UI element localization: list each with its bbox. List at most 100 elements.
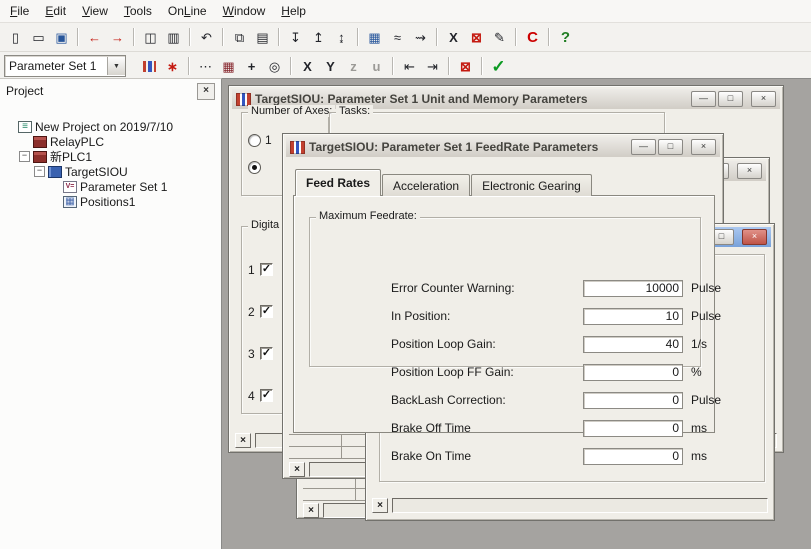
u-axis-button[interactable]: u [365, 55, 388, 77]
open-folder-icon: ▭ [32, 31, 44, 44]
wire-arrow-icon: ⇝ [415, 31, 426, 44]
window-icon [236, 93, 251, 106]
tree-expander-icon[interactable]: − [34, 166, 45, 177]
channel-4-checkbox[interactable]: ✓ [260, 389, 273, 402]
project-panel-close-button[interactable]: × [197, 83, 215, 100]
brake-off-time-input[interactable]: 0 [583, 420, 683, 437]
combo-dropdown-button[interactable]: ▼ [107, 57, 125, 75]
apply-check-button[interactable]: ✓ [487, 55, 510, 77]
status-close-button[interactable]: × [289, 462, 305, 477]
device-monitor-button[interactable] [138, 55, 161, 77]
step-forward-button[interactable]: ⇥ [421, 55, 444, 77]
save-button[interactable]: ▣ [50, 26, 73, 48]
in-position-input[interactable]: 10 [583, 308, 683, 325]
close-button[interactable]: × [742, 229, 767, 245]
step-forward-icon: ⇥ [427, 60, 438, 73]
minimize-button[interactable]: — [631, 139, 656, 155]
y-axis-button[interactable]: Y [319, 55, 342, 77]
position-loop-ff-gain-input[interactable]: 0 [583, 364, 683, 381]
tree-item-relayplc[interactable]: − RelayPLC [0, 134, 221, 149]
sampling-trace-button[interactable]: ⋯ [194, 55, 217, 77]
wire-tool-button[interactable]: ≈ [386, 26, 409, 48]
close-button[interactable]: × [737, 163, 762, 179]
menu-edit[interactable]: Edit [37, 1, 74, 21]
help-question-icon: ? [561, 30, 570, 45]
menu-tools[interactable]: Tools [116, 1, 160, 21]
delete-network-button[interactable]: ⊠ [465, 26, 488, 48]
axes-radio-2[interactable] [248, 160, 272, 174]
navigate-back-button[interactable]: ← [83, 26, 106, 48]
channel-row: 1 ✓ [248, 263, 273, 276]
paste-button[interactable]: ▤ [251, 26, 274, 48]
ladder-grid-button[interactable]: ▦ [363, 26, 386, 48]
field-value: 10000 [646, 281, 679, 295]
close-button[interactable]: × [691, 139, 716, 155]
axes-radio-1[interactable]: 1 [248, 133, 272, 147]
tree-item-new-plc1[interactable]: − 新PLC1 [0, 149, 221, 164]
copy-button[interactable]: ⧉ [228, 26, 251, 48]
maximize-button[interactable]: □ [718, 91, 743, 107]
axis-move-button[interactable]: + [240, 55, 263, 77]
menu-window[interactable]: Window [215, 1, 274, 21]
edit-network-button[interactable]: ✎ [488, 26, 511, 48]
backlash-correction-input[interactable]: 0 [583, 392, 683, 409]
channel-2-checkbox[interactable]: ✓ [260, 305, 273, 318]
tab-feed-rates[interactable]: Feed Rates [295, 169, 381, 196]
channel-number: 2 [248, 305, 260, 319]
wire-draw-button[interactable]: ⇝ [409, 26, 432, 48]
z-axis-button[interactable]: z [342, 55, 365, 77]
status-close-button[interactable]: × [235, 433, 251, 448]
paste-network-button[interactable]: ▥ [162, 26, 185, 48]
position-table-button[interactable]: ▦ [217, 55, 240, 77]
channel-number: 1 [248, 263, 260, 277]
table-delete-button[interactable]: ⊠ [454, 55, 477, 77]
navigate-forward-button[interactable]: → [106, 26, 129, 48]
tree-item-new-project[interactable]: − New Project on 2019/7/10 [0, 119, 221, 134]
position-loop-gain-input[interactable]: 40 [583, 336, 683, 353]
tree-item-positions1[interactable]: − Positions1 [0, 194, 221, 209]
error-counter-warning-input[interactable]: 10000 [583, 280, 683, 297]
minimize-button[interactable]: — [691, 91, 716, 107]
c-code-button[interactable]: C [521, 26, 544, 48]
contact-search-button[interactable]: X [442, 26, 465, 48]
x-axis-button[interactable]: X [296, 55, 319, 77]
status-display-button[interactable]: ∗ [161, 55, 184, 77]
undo-icon: ↶ [201, 31, 212, 44]
tab-acceleration[interactable]: Acceleration [382, 174, 470, 196]
menu-help[interactable]: Help [273, 1, 314, 21]
status-close-button[interactable]: × [303, 503, 319, 518]
insert-row-below-button[interactable]: ↧ [284, 26, 307, 48]
help-button[interactable]: ? [554, 26, 577, 48]
tree-item-label: TargetSIOU [65, 165, 128, 179]
project-panel: Project × − New Project on 2019/7/10 − R… [0, 78, 222, 549]
check-icon: ✓ [262, 390, 271, 401]
undo-button[interactable]: ↶ [195, 26, 218, 48]
brake-on-time-input[interactable]: 0 [583, 448, 683, 465]
move-rows-button[interactable]: ↨ [330, 26, 353, 48]
channel-3-checkbox[interactable]: ✓ [260, 347, 273, 360]
menu-view[interactable]: View [74, 1, 116, 21]
parameter-set-combo[interactable]: Parameter Set 1 ▼ [4, 55, 126, 77]
toolbar-main-icons: ▯ ▭ ▣ ← → ◫ ▥ ↶ ⧉ ▤ ↧ ↥ [4, 26, 577, 48]
channel-1-checkbox[interactable]: ✓ [260, 263, 273, 276]
insert-row-above-button[interactable]: ↥ [307, 26, 330, 48]
status-field [392, 498, 768, 513]
field-value: 0 [672, 449, 679, 463]
origin-return-button[interactable]: ◎ [263, 55, 286, 77]
new-button[interactable]: ▯ [4, 26, 27, 48]
step-back-button[interactable]: ⇤ [398, 55, 421, 77]
tree-expander-icon[interactable]: − [19, 151, 30, 162]
window-titlebar[interactable]: TargetSIOU: Parameter Set 1 FeedRate Par… [286, 137, 720, 157]
menu-online[interactable]: OnLine [160, 1, 215, 21]
tree-item-parameter-set-1[interactable]: − Parameter Set 1 [0, 179, 221, 194]
close-button[interactable]: × [751, 91, 776, 107]
tree-item-targetsiou[interactable]: − TargetSIOU [0, 164, 221, 179]
open-button[interactable]: ▭ [27, 26, 50, 48]
tab-electronic-gearing[interactable]: Electronic Gearing [471, 174, 592, 196]
maximize-button[interactable]: □ [658, 139, 683, 155]
field-label: Error Counter Warning: [391, 281, 583, 295]
menu-file[interactable]: File [2, 1, 37, 21]
copy-network-button[interactable]: ◫ [139, 26, 162, 48]
status-close-button[interactable]: × [372, 498, 388, 513]
group-label: Number of Axes: [248, 105, 335, 117]
